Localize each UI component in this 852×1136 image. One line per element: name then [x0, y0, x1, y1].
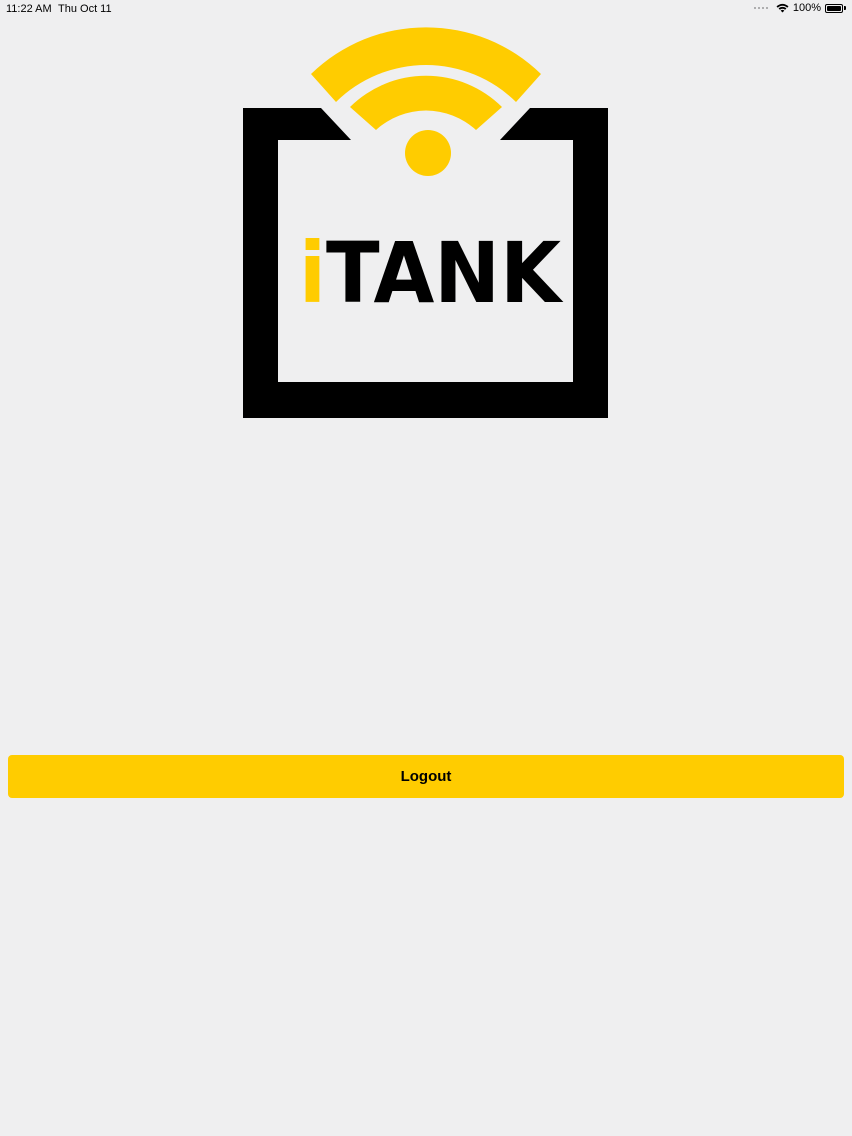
- itank-logo: iTANK: [243, 27, 608, 418]
- wifi-dot: [405, 130, 451, 176]
- status-time: 11:22 AM: [6, 3, 52, 15]
- cellular-signal-icon: [753, 7, 768, 9]
- logo-text: iTANK: [299, 224, 564, 322]
- battery-icon: [825, 3, 843, 13]
- status-indicators: 100%: [753, 2, 846, 14]
- wifi-arc-inner: [350, 75, 502, 130]
- battery-level-fill: [827, 5, 841, 11]
- logout-button[interactable]: Logout: [8, 755, 844, 798]
- logout-button-label: Logout: [400, 768, 452, 785]
- status-bar: 11:22 AM Thu Oct 11 100%: [0, 0, 852, 18]
- battery-percentage: 100%: [792, 2, 821, 14]
- status-date: Thu Oct 11: [58, 3, 112, 15]
- battery-tip: [844, 6, 846, 10]
- wifi-icon: [776, 3, 789, 13]
